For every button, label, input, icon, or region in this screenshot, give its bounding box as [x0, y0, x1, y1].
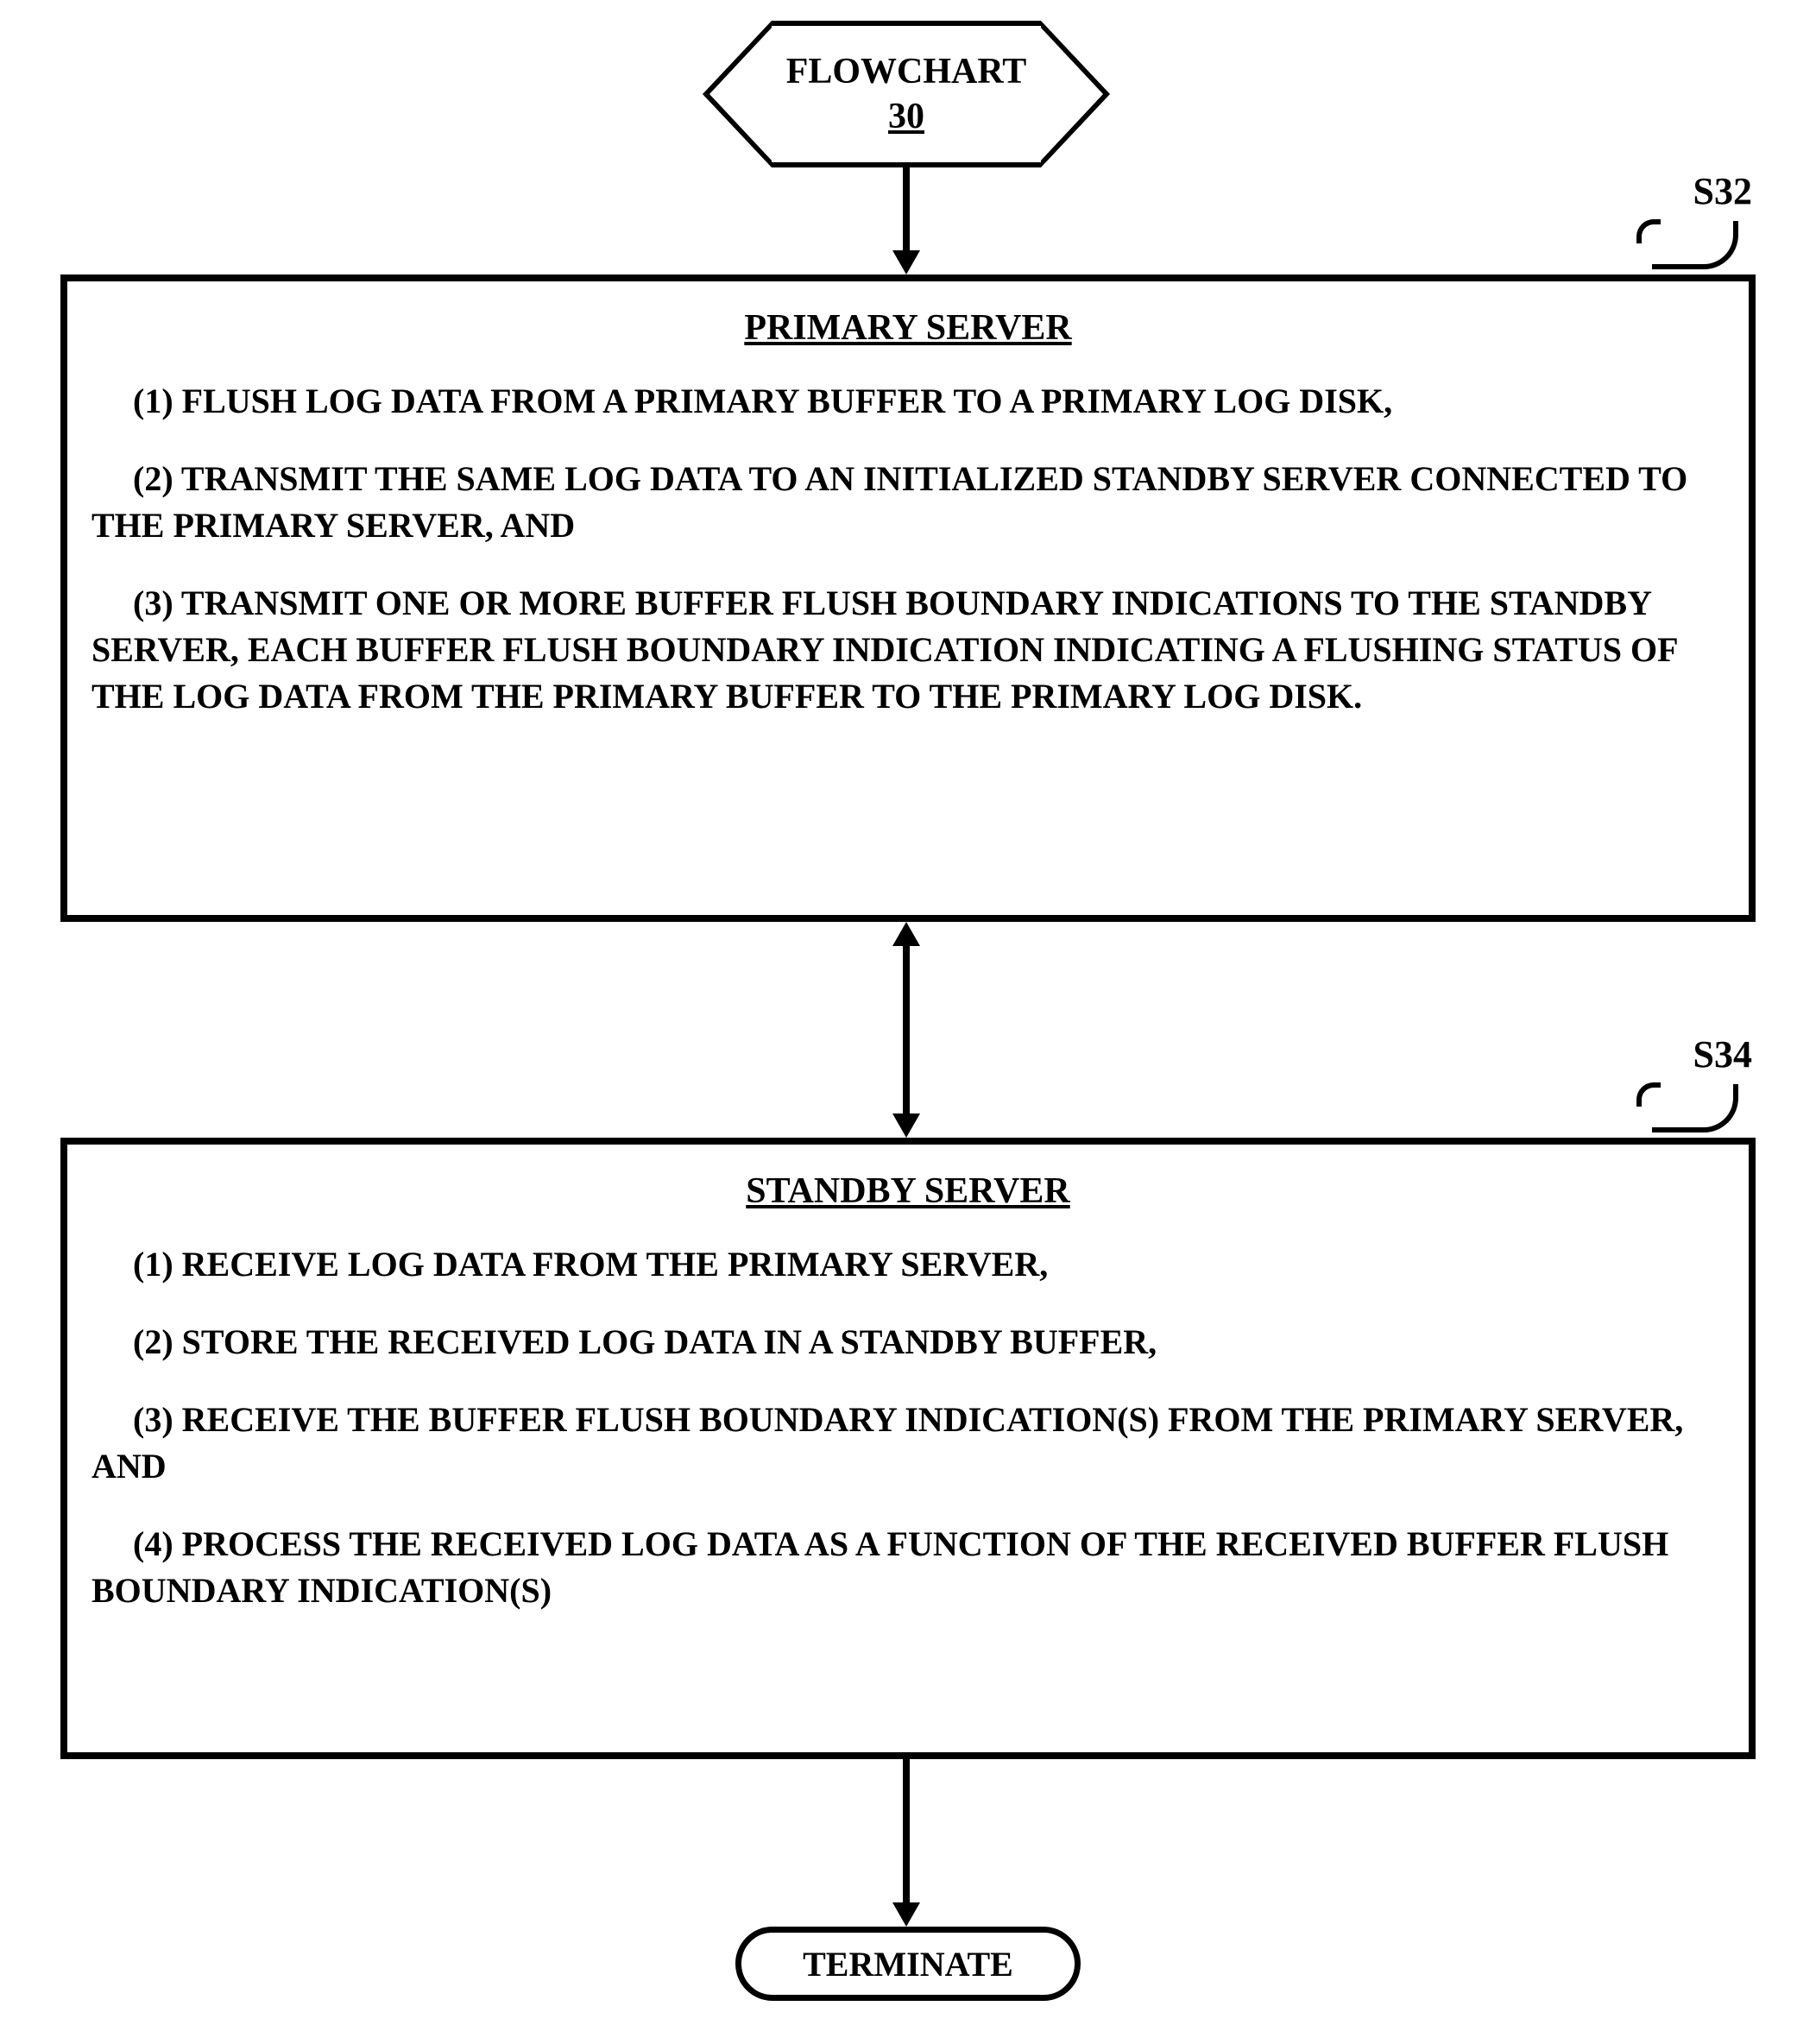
step-ref-s34-hook — [1652, 1084, 1738, 1132]
standby-server-box: STANDBY SERVER (1) RECEIVE LOG DATA FROM… — [60, 1138, 1756, 1759]
standby-step-2: (2) STORE THE RECEIVED LOG DATA IN A STA… — [91, 1319, 1725, 1366]
primary-step-2: (2) TRANSMIT THE SAME LOG DATA TO AN INI… — [91, 456, 1725, 549]
flowchart-start-label-box: FLOWCHART 30 — [772, 21, 1041, 167]
standby-step-3: (3) RECEIVE THE BUFFER FLUSH BOUNDARY IN… — [91, 1397, 1725, 1490]
primary-server-box: PRIMARY SERVER (1) FLUSH LOG DATA FROM A… — [60, 274, 1756, 922]
primary-step-1: (1) FLUSH LOG DATA FROM A PRIMARY BUFFER… — [91, 378, 1725, 425]
terminate-label: TERMINATE — [803, 1944, 1013, 1984]
standby-server-title: STANDBY SERVER — [91, 1170, 1725, 1212]
standby-step-1: (1) RECEIVE LOG DATA FROM THE PRIMARY SE… — [91, 1241, 1725, 1288]
step-ref-s34: S34 — [1693, 1032, 1752, 1076]
primary-step-3: (3) TRANSMIT ONE OR MORE BUFFER FLUSH BO… — [91, 580, 1725, 720]
step-ref-s32-hook — [1652, 221, 1738, 269]
flowchart-number: 30 — [888, 97, 924, 136]
standby-step-4: (4) PROCESS THE RECEIVED LOG DATA AS A F… — [91, 1521, 1725, 1614]
flowchart-canvas: FLOWCHART 30 S32 PRIMARY SERVER (1) FLUS… — [0, 0, 1816, 2044]
arrow-start-to-primary — [898, 167, 915, 280]
arrow-primary-standby — [898, 922, 915, 1138]
step-ref-s32: S32 — [1693, 169, 1752, 213]
primary-server-title: PRIMARY SERVER — [91, 307, 1725, 349]
arrow-standby-to-terminate — [898, 1759, 915, 1932]
flowchart-start-node: FLOWCHART 30 — [708, 21, 1105, 167]
terminate-node: TERMINATE — [735, 1927, 1081, 2001]
flowchart-start-label: FLOWCHART — [786, 52, 1027, 91]
hex-right-edge — [1041, 21, 1110, 167]
hex-left-edge — [703, 21, 772, 167]
